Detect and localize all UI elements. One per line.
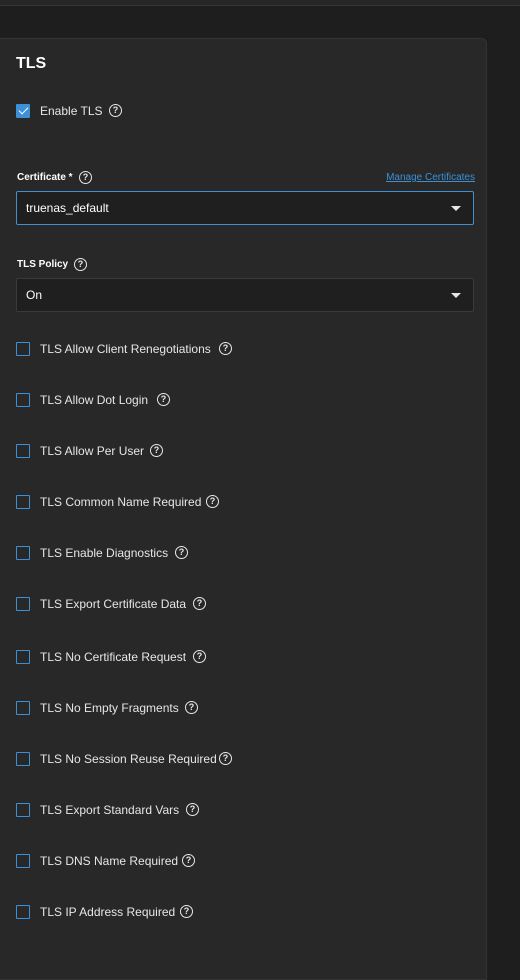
dropdown-arrow-icon (451, 206, 461, 211)
help-icon[interactable]: ? (193, 597, 206, 610)
tls-enable-diagnostics-checkbox[interactable] (16, 546, 30, 560)
section-title: TLS (16, 55, 47, 72)
help-icon[interactable]: ? (186, 803, 199, 816)
certificate-label: Certificate * (17, 172, 73, 183)
tls-policy-label: TLS Policy (17, 259, 69, 270)
option-label: TLS IP Address Required (40, 905, 176, 919)
dropdown-arrow-icon (451, 293, 461, 298)
option-label: TLS No Certificate Request (40, 650, 187, 664)
option-label: TLS No Empty Fragments (40, 701, 179, 715)
option-label: TLS No Session Reuse Required (40, 752, 217, 766)
help-icon[interactable]: ? (79, 171, 92, 184)
option-label: TLS Allow Per User (40, 444, 145, 458)
certificate-value: truenas_default (26, 201, 109, 215)
help-icon[interactable]: ? (157, 393, 170, 406)
help-icon[interactable]: ? (185, 701, 198, 714)
top-toolbar-edge (0, 0, 520, 6)
option-label: TLS Allow Dot Login (40, 393, 149, 407)
option-label: TLS DNS Name Required (40, 854, 179, 868)
option-label: TLS Common Name Required (40, 495, 202, 509)
tls-common-name-required-checkbox[interactable] (16, 495, 30, 509)
enable-tls-label: Enable TLS (40, 104, 103, 118)
enable-tls-checkbox[interactable] (16, 104, 30, 118)
tls-export-standard-vars-checkbox[interactable] (16, 803, 30, 817)
option-label: TLS Export Certificate Data (40, 597, 187, 611)
tls-no-empty-fragments-checkbox[interactable] (16, 701, 30, 715)
tls-allow-client-renegotiations-checkbox[interactable] (16, 342, 30, 356)
tls-policy-select[interactable]: On (16, 278, 474, 312)
help-icon[interactable]: ? (175, 546, 188, 559)
manage-certificates-link[interactable]: Manage Certificates (386, 172, 475, 183)
certificate-select[interactable]: truenas_default (16, 191, 474, 225)
option-label: TLS Enable Diagnostics (40, 546, 169, 560)
help-icon[interactable]: ? (219, 752, 232, 765)
option-label: TLS Export Standard Vars (40, 803, 180, 817)
help-icon[interactable]: ? (180, 905, 193, 918)
option-label: TLS Allow Client Renegotiations (40, 342, 211, 356)
tls-no-certificate-request-checkbox[interactable] (16, 650, 30, 664)
help-icon[interactable]: ? (182, 854, 195, 867)
tls-policy-value: On (26, 288, 43, 302)
help-icon[interactable]: ? (206, 495, 219, 508)
help-icon[interactable]: ? (74, 258, 87, 271)
tls-ip-address-required-checkbox[interactable] (16, 905, 30, 919)
tls-no-session-reuse-required-checkbox[interactable] (16, 752, 30, 766)
tls-allow-per-user-checkbox[interactable] (16, 444, 30, 458)
help-icon[interactable]: ? (150, 444, 163, 457)
tls-export-certificate-data-checkbox[interactable] (16, 597, 30, 611)
tls-allow-dot-login-checkbox[interactable] (16, 393, 30, 407)
help-icon[interactable]: ? (109, 104, 122, 117)
help-icon[interactable]: ? (193, 650, 206, 663)
tls-dns-name-required-checkbox[interactable] (16, 854, 30, 868)
help-icon[interactable]: ? (219, 342, 232, 355)
